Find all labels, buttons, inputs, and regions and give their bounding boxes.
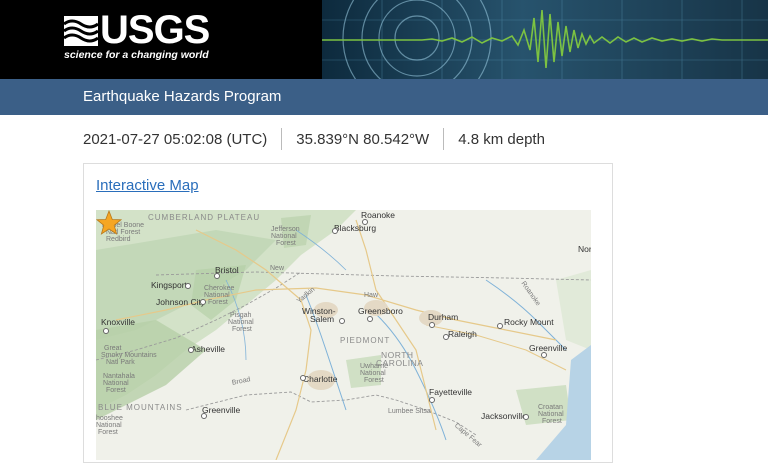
map-label: Redbird bbox=[106, 236, 131, 243]
divider bbox=[281, 128, 283, 150]
map-city-dot bbox=[339, 318, 345, 324]
map-river-label: New bbox=[270, 265, 285, 272]
program-bar: Earthquake Hazards Program bbox=[0, 79, 768, 115]
header-banner: USGS science for a changing world bbox=[0, 0, 768, 79]
seismogram-graphic bbox=[322, 0, 768, 79]
map-city-fayetteville: Fayetteville bbox=[429, 387, 472, 397]
map-city-winston-salem: Salem bbox=[310, 314, 335, 324]
usgs-logo[interactable]: USGS science for a changing world bbox=[64, 8, 224, 66]
map-city-dot bbox=[103, 328, 109, 334]
map-city-roanoke: Roanoke bbox=[361, 210, 396, 220]
map-city-knoxville: Knoxville bbox=[101, 317, 136, 327]
map-city-dot bbox=[429, 397, 435, 403]
map-city-dot bbox=[523, 414, 529, 420]
map-city-greenville-nc: Greenville bbox=[529, 343, 568, 353]
map-city-dot bbox=[185, 283, 191, 289]
map-city-dot bbox=[200, 299, 206, 305]
map-city-asheville: Asheville bbox=[191, 344, 226, 354]
map-city-raleigh: Raleigh bbox=[448, 329, 477, 339]
divider bbox=[443, 128, 445, 150]
event-time: 2021-07-27 05:02:08 (UTC) bbox=[83, 130, 268, 148]
logo-text: USGS bbox=[100, 8, 210, 52]
usgs-wave-icon bbox=[64, 16, 98, 46]
map-basemap bbox=[96, 210, 591, 460]
map-city-dot bbox=[300, 375, 306, 381]
map-city-dot bbox=[497, 323, 503, 329]
map-label: Forest bbox=[364, 377, 384, 384]
event-summary: 2021-07-27 05:02:08 (UTC) 35.839°N 80.54… bbox=[83, 128, 545, 150]
map-city-dot bbox=[214, 273, 220, 279]
map-label: Forest bbox=[276, 240, 296, 247]
map-label: Forest bbox=[542, 418, 562, 425]
map-label: Forest bbox=[208, 299, 228, 306]
map-city: Nor bbox=[578, 244, 591, 254]
map-label: Forest bbox=[106, 387, 126, 394]
map-city-dot bbox=[429, 322, 435, 328]
star-icon[interactable] bbox=[96, 210, 122, 236]
map-city-kingsport: Kingsport bbox=[151, 280, 187, 290]
interactive-map-link[interactable]: Interactive Map bbox=[96, 177, 199, 194]
map-city-greensboro: Greensboro bbox=[358, 306, 403, 316]
map-city-rocky-mount: Rocky Mount bbox=[504, 317, 554, 327]
map-city-dot bbox=[443, 334, 449, 340]
map-label: Natl Park bbox=[106, 359, 135, 366]
map-label: Forest bbox=[98, 429, 118, 436]
interactive-map[interactable]: CUMBERLAND PLATEAU Daniel Boone Natl For… bbox=[96, 210, 591, 460]
map-city-johnson-city: Johnson City bbox=[156, 297, 206, 307]
map-city-dot bbox=[188, 347, 194, 353]
event-location: 35.839°N 80.542°W bbox=[296, 130, 430, 148]
map-city-dot bbox=[332, 228, 338, 234]
map-city-dot bbox=[367, 316, 373, 322]
map-card: Interactive Map CUMBERLAND PLATEAU Danie… bbox=[83, 163, 613, 463]
map-region-blue-mountains: BLUE MOUNTAINS bbox=[98, 403, 183, 412]
map-label: Forest bbox=[232, 326, 252, 333]
map-label: Lumbee Sitsa bbox=[388, 408, 431, 415]
map-label-cumberland: CUMBERLAND PLATEAU bbox=[148, 213, 261, 222]
map-city-dot bbox=[201, 413, 207, 419]
map-region-piedmont: PIEDMONT bbox=[340, 336, 391, 345]
map-city-dot bbox=[541, 352, 547, 358]
logo-tagline: science for a changing world bbox=[64, 49, 209, 61]
map-city-blacksburg: Blacksburg bbox=[334, 223, 377, 233]
map-city-charlotte: Charlotte bbox=[303, 374, 338, 384]
program-title[interactable]: Earthquake Hazards Program bbox=[83, 88, 281, 105]
map-city-greenville-sc: Greenville bbox=[202, 405, 241, 415]
map-city-jacksonville: Jacksonville bbox=[481, 411, 527, 421]
map-city-durham: Durham bbox=[428, 312, 459, 322]
event-depth: 4.8 km depth bbox=[458, 130, 545, 148]
map-city-dot bbox=[362, 219, 368, 225]
map-river-label: Haw bbox=[364, 292, 379, 299]
